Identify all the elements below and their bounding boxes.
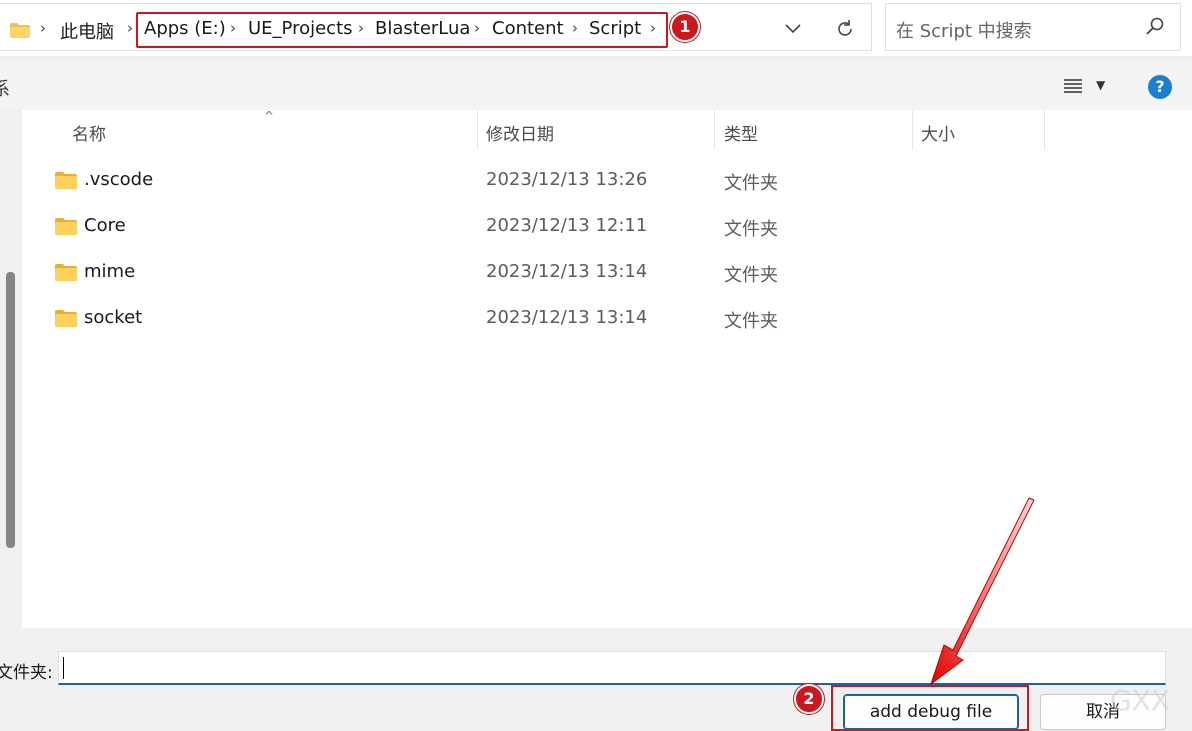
search-icon[interactable] [1144,15,1166,37]
folder-icon [55,218,77,235]
list-view-icon[interactable] [1063,76,1083,96]
address-row: › 此电脑 › Apps (E:) › UE_Projects › Blaste… [0,0,1192,56]
toolbar-left-label[interactable]: 系 [0,75,10,101]
file-type: 文件夹 [724,219,778,240]
dialog-footer: 文件夹: add debug file 取消 GXX 2 [0,628,1192,731]
file-name: Core [84,215,126,236]
column-header-name[interactable]: 名称 [72,120,106,145]
column-divider[interactable] [912,110,913,150]
file-date: 2023/12/13 13:14 [486,307,648,328]
address-bar[interactable]: › 此电脑 › Apps (E:) › UE_Projects › Blaste… [0,3,872,51]
file-name: mime [84,261,136,282]
search-input[interactable]: 在 Script 中搜索 [885,3,1181,51]
folder-icon [55,310,77,327]
toolbar: 系 ▼ ? [0,62,1192,110]
sort-up-icon: ^ [264,109,275,123]
folder-field-label: 文件夹: [0,663,53,683]
folder-icon [10,23,30,38]
table-row[interactable]: socket 2023/12/13 13:14 文件夹 [22,298,1192,338]
help-icon[interactable]: ? [1148,75,1172,99]
file-date: 2023/12/13 13:14 [486,261,648,282]
annotation-badge-1: 1 [670,12,700,42]
chevron-right-icon: › [40,19,46,37]
table-row[interactable]: Core 2023/12/13 12:11 文件夹 [22,206,1192,246]
refresh-icon[interactable] [832,18,858,44]
folder-field[interactable] [58,651,1166,685]
file-name: .vscode [84,169,154,190]
file-type: 文件夹 [724,265,778,286]
file-name: socket [84,307,143,328]
column-divider[interactable] [714,110,715,150]
file-list: ^ 名称 修改日期 类型 大小 .vscode 2023/12/13 13:26… [22,109,1192,628]
chevron-down-icon[interactable] [780,18,806,44]
file-date: 2023/12/13 12:11 [486,215,648,236]
annotation-badge-2: 2 [794,684,824,714]
add-debug-file-button[interactable]: add debug file [843,694,1019,730]
column-header-type[interactable]: 类型 [724,120,758,145]
text-caret [63,657,64,679]
watermark: GXX [1110,684,1171,717]
path-annotation-box [136,12,668,48]
column-divider[interactable] [477,110,478,150]
column-header-date[interactable]: 修改日期 [486,120,554,145]
crumb-root[interactable]: 此电脑 [60,18,114,44]
folder-icon [55,264,77,281]
file-type: 文件夹 [724,311,778,332]
table-row[interactable]: mime 2023/12/13 13:14 文件夹 [22,252,1192,292]
column-header-size[interactable]: 大小 [921,120,955,145]
caret-down-icon[interactable]: ▼ [1096,78,1105,92]
folder-icon [55,172,77,189]
file-type: 文件夹 [724,173,778,194]
column-divider[interactable] [1044,110,1045,150]
table-row[interactable]: .vscode 2023/12/13 13:26 文件夹 [22,160,1192,200]
search-placeholder: 在 Script 中搜索 [896,21,1032,42]
nav-scrollbar-thumb[interactable] [6,272,15,548]
chevron-right-icon: › [127,19,133,37]
file-date: 2023/12/13 13:26 [486,169,648,190]
